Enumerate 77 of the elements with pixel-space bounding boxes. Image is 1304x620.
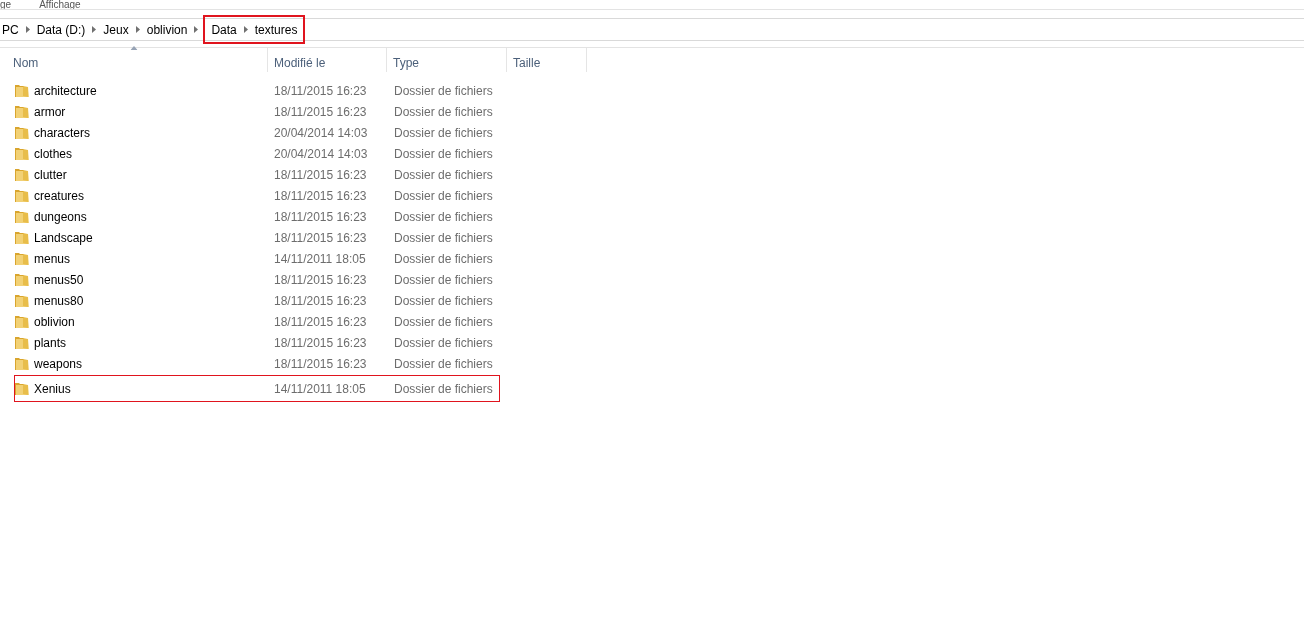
modified-date: 18/11/2015 16:23 <box>274 229 368 247</box>
file-type: Dossier de fichiers <box>394 145 493 163</box>
modified-date: 14/11/2011 18:05 <box>274 380 367 398</box>
file-name[interactable]: dungeons <box>34 207 87 226</box>
file-type: Dossier de fichiers <box>394 380 493 398</box>
chevron-icon <box>135 26 140 33</box>
modified-date: 18/11/2015 16:23 <box>274 355 368 373</box>
modified-date: 20/04/2014 14:03 <box>274 124 369 142</box>
folder-icon <box>15 104 29 119</box>
column-header[interactable]: Taille <box>513 54 541 72</box>
chevron-icon <box>25 26 30 33</box>
folder-icon <box>15 188 29 203</box>
folder-icon <box>15 125 29 140</box>
file-name[interactable]: menus80 <box>34 291 84 310</box>
breadcrumb-item[interactable]: textures <box>254 20 298 39</box>
folder-icon <box>15 209 29 224</box>
modified-date: 20/04/2014 14:03 <box>274 145 369 163</box>
file-type: Dossier de fichiers <box>394 313 493 331</box>
file-type: Dossier de fichiers <box>394 82 493 100</box>
folder-icon <box>15 335 29 350</box>
modified-date: 18/11/2015 16:23 <box>274 82 368 100</box>
folder-icon <box>15 83 29 98</box>
chevron-icon <box>92 26 97 33</box>
breadcrumb-item[interactable]: Jeux <box>103 20 129 39</box>
column-header[interactable]: Nom <box>13 54 39 72</box>
breadcrumb-item[interactable]: oblivion <box>146 20 188 39</box>
column-header[interactable]: Type <box>393 54 419 72</box>
modified-date: 18/11/2015 16:23 <box>274 334 368 352</box>
file-type: Dossier de fichiers <box>394 292 493 310</box>
folder-icon <box>15 251 29 266</box>
file-name[interactable]: clothes <box>34 144 73 163</box>
modified-date: 18/11/2015 16:23 <box>274 313 368 331</box>
modified-date: 18/11/2015 16:23 <box>274 208 368 226</box>
file-name[interactable]: armor <box>34 102 66 121</box>
folder-icon <box>15 314 29 329</box>
file-type: Dossier de fichiers <box>394 334 493 352</box>
ribbon-tab[interactable]: Affichage <box>39 0 81 9</box>
file-type: Dossier de fichiers <box>394 124 493 142</box>
file-name[interactable]: clutter <box>34 165 67 184</box>
file-name[interactable]: Landscape <box>34 228 93 247</box>
file-name[interactable]: menus <box>34 249 71 268</box>
column-header[interactable]: Modifié le <box>274 54 326 72</box>
file-type: Dossier de fichiers <box>394 187 493 205</box>
file-name[interactable]: plants <box>34 333 67 352</box>
modified-date: 18/11/2015 16:23 <box>274 166 368 184</box>
file-name[interactable]: characters <box>34 123 91 142</box>
file-name[interactable]: menus50 <box>34 270 84 289</box>
ribbon-tab[interactable]: ge <box>0 0 12 9</box>
modified-date: 14/11/2011 18:05 <box>274 250 367 268</box>
chevron-icon <box>194 26 199 33</box>
file-type: Dossier de fichiers <box>394 166 493 184</box>
chevron-icon <box>243 26 248 33</box>
folder-icon <box>15 356 29 371</box>
folder-icon <box>15 230 29 245</box>
file-type: Dossier de fichiers <box>394 208 493 226</box>
modified-date: 18/11/2015 16:23 <box>274 187 368 205</box>
file-name[interactable]: oblivion <box>34 312 75 331</box>
breadcrumb-item[interactable]: PC <box>2 20 19 39</box>
file-name[interactable]: weapons <box>34 354 83 373</box>
folder-icon <box>15 272 29 287</box>
breadcrumb-item[interactable]: Data (D:) <box>36 20 86 39</box>
breadcrumb-item[interactable]: Data <box>211 20 237 39</box>
folder-icon <box>15 293 29 308</box>
file-type: Dossier de fichiers <box>394 229 493 247</box>
file-type: Dossier de fichiers <box>394 250 493 268</box>
file-name[interactable]: architecture <box>34 81 97 100</box>
folder-icon <box>15 381 29 396</box>
folder-icon <box>15 167 29 182</box>
folder-icon <box>15 146 29 161</box>
modified-date: 18/11/2015 16:23 <box>274 292 368 310</box>
file-type: Dossier de fichiers <box>394 355 493 373</box>
modified-date: 18/11/2015 16:23 <box>274 103 368 121</box>
file-type: Dossier de fichiers <box>394 271 493 289</box>
file-name[interactable]: creatures <box>34 186 85 205</box>
file-type: Dossier de fichiers <box>394 103 493 121</box>
modified-date: 18/11/2015 16:23 <box>274 271 368 289</box>
file-name[interactable]: Xenius <box>34 379 71 398</box>
